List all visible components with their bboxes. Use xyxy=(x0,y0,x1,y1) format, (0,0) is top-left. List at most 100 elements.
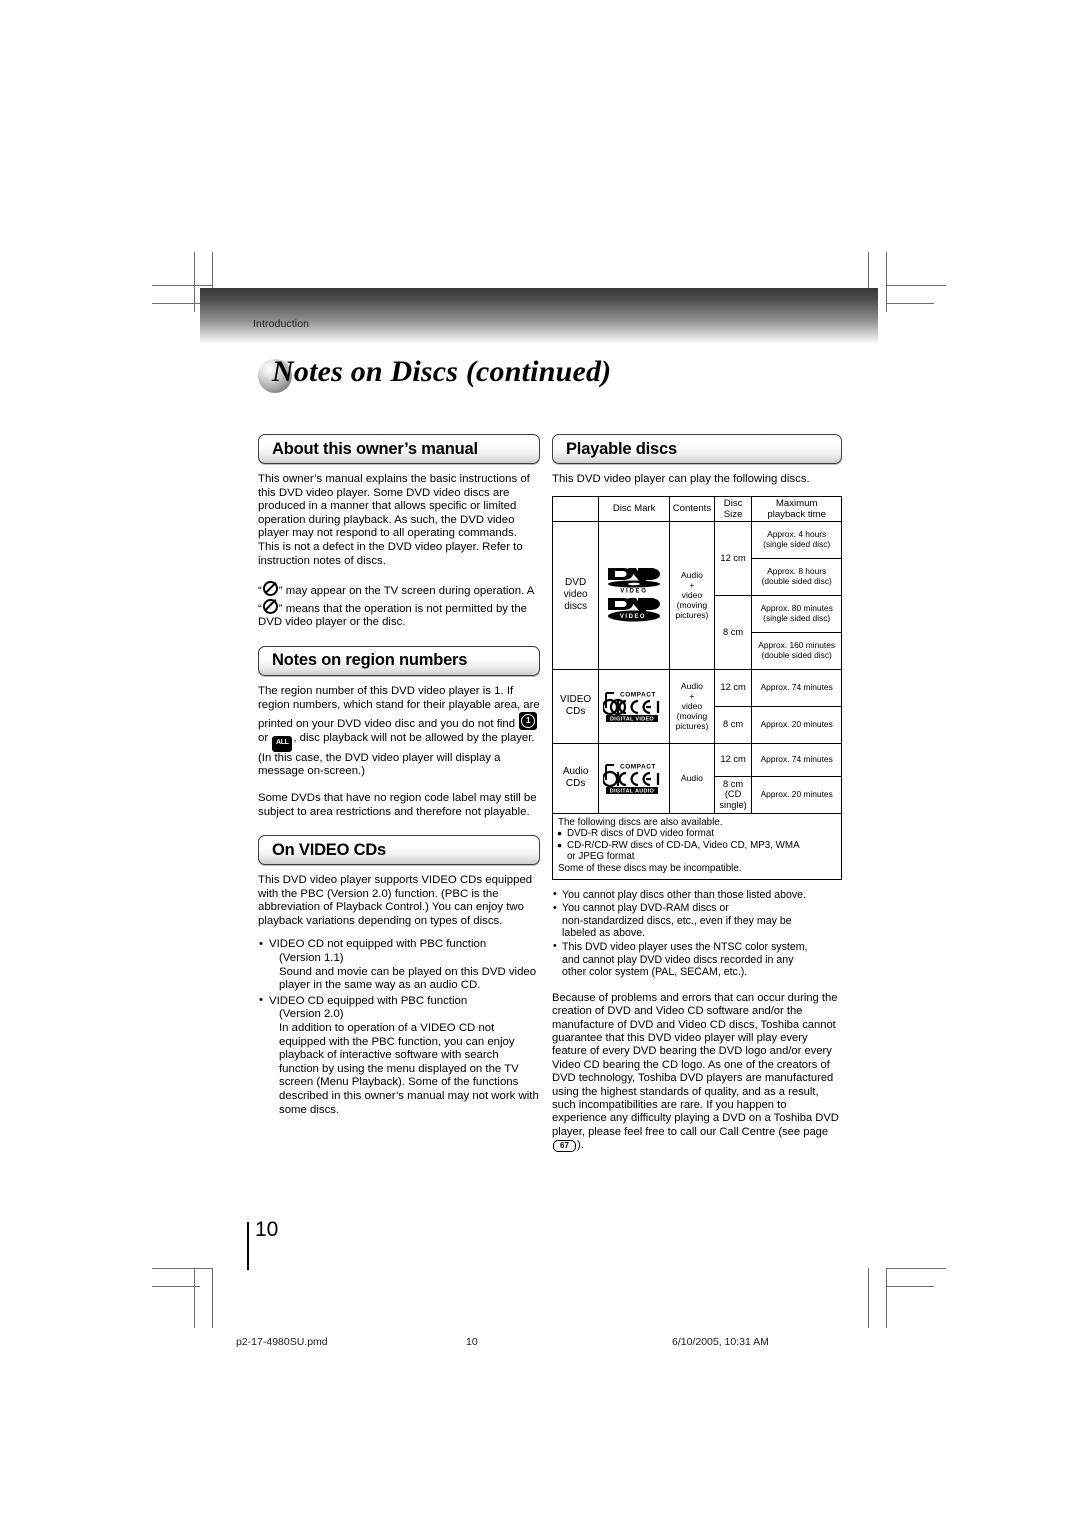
note-line-3: other color system (PAL, SECAM, etc.). xyxy=(562,966,748,979)
row-label-audio-cds: Audio CDs xyxy=(551,742,600,814)
heading-label: On VIDEO CDs xyxy=(272,840,387,859)
row-label-l1: VIDEO xyxy=(560,694,592,706)
max-time-l1: Approx. 80 minutes xyxy=(760,603,833,613)
right-column: Playable discs This DVD video player can… xyxy=(551,434,842,1153)
disc-size-cell: 8 cm xyxy=(713,705,753,744)
row-label-video-cds: VIDEO CDs xyxy=(551,668,600,744)
playable-discs-notes: You cannot play discs other than those l… xyxy=(552,888,842,979)
page-reference-badge: 67 xyxy=(553,1140,576,1153)
crop-mark xyxy=(886,285,946,286)
crop-mark xyxy=(152,303,200,304)
disc-size-l3: single) xyxy=(719,799,747,810)
row-label-dvd: DVD video discs xyxy=(551,520,600,670)
page-number-rule xyxy=(247,1222,249,1270)
also-available-outro: Some of these discs may be incompatible. xyxy=(558,862,742,874)
heading-on-video-cds: On VIDEO CDs xyxy=(258,835,540,866)
video-cds-paragraph: This DVD video player supports VIDEO CDs… xyxy=(258,874,533,927)
also-available-item-cont: or JPEG format xyxy=(567,851,635,863)
max-time-l1: Approx. 160 minutes xyxy=(758,640,836,650)
note-item: You cannot play discs other than those l… xyxy=(552,888,842,902)
max-time-cell: Approx. 20 minutes xyxy=(751,705,842,744)
document-page: Introduction Notes on Discs (continued) … xyxy=(0,0,1080,1528)
max-time-cell: Approx. 74 minutes xyxy=(751,742,842,777)
row-label-l1: Audio xyxy=(562,766,589,778)
max-time-cell: Approx. 4 hours (single sided disc) xyxy=(751,520,842,559)
header-max-playback-time: Maximum playback time xyxy=(751,495,842,522)
about-manual-paragraph: This owner’s manual explains the basic i… xyxy=(258,473,530,567)
disc-size-cell: 12 cm xyxy=(713,668,753,707)
compact-disc-digital-video-logo: COMPACT DIGITAL VIDEO xyxy=(603,692,660,723)
footer-timestamp: 6/10/2005, 10:31 AM xyxy=(672,1336,769,1348)
region-all-icon: ALL xyxy=(272,735,293,752)
page-number: 10 xyxy=(255,1218,279,1241)
max-time-cell: Approx. 20 minutes xyxy=(751,775,842,814)
page-title-text: Notes on Discs (continued) xyxy=(272,355,612,388)
crop-mark xyxy=(212,1268,213,1328)
crop-mark xyxy=(886,1286,934,1287)
bullet-line-1: VIDEO CD equipped with PBC function xyxy=(269,994,468,1007)
bullet-line-1: VIDEO CD not equipped with PBC function xyxy=(269,938,487,951)
disc-size-cell: 12 cm xyxy=(713,742,753,777)
note-line-2: and cannot play DVD video discs recorded… xyxy=(562,953,794,966)
max-time-cell: Approx. 160 minutes (double sided disc) xyxy=(751,631,842,670)
contents-l2: + xyxy=(689,691,695,702)
contents-l3: video xyxy=(681,701,703,712)
contents-l5: pictures) xyxy=(675,610,709,621)
header-disc-mark: Disc Mark xyxy=(598,495,671,522)
note-line-1: This DVD video player uses the NTSC colo… xyxy=(562,940,808,953)
row-label-l2: CDs xyxy=(565,778,586,790)
crop-mark xyxy=(886,303,934,304)
list-item: VIDEO CD not equipped with PBC function … xyxy=(258,938,540,992)
crop-mark xyxy=(152,1286,200,1287)
svg-text:DIGITAL VIDEO: DIGITAL VIDEO xyxy=(610,717,654,723)
dvd-video-logo: VIDEO xyxy=(608,568,661,595)
svg-text:VIDEO: VIDEO xyxy=(620,614,646,620)
footer-filename: p2-17-4980SU.pmd xyxy=(236,1336,328,1348)
contents-l4: (moving xyxy=(676,600,708,611)
header-max-time-l2: playback time xyxy=(767,508,827,520)
compact-disc-digital-audio-logo: COMPACT DIGITAL AUDIO xyxy=(603,764,660,795)
region-1-icon: 1 xyxy=(519,712,538,731)
row-label-l2: video xyxy=(563,589,588,601)
note-line-3: labeled as above. xyxy=(562,927,646,940)
contents-cell-video-cd: Audio + video (moving pictures) xyxy=(669,668,715,744)
max-time-cell: Approx. 8 hours (double sided disc) xyxy=(751,557,842,596)
also-available-item: CD-R/CD-RW discs of CD-DA, Video CD, MP3… xyxy=(557,840,837,852)
disc-size-cell: 8 cm xyxy=(713,594,753,670)
crop-mark xyxy=(152,285,212,286)
bullet-line-2: (Version 1.1) xyxy=(279,952,344,965)
contents-l1: Audio xyxy=(680,570,703,581)
crop-mark xyxy=(868,1268,869,1328)
svg-text:DIGITAL AUDIO: DIGITAL AUDIO xyxy=(610,789,655,795)
region-code-label-paragraph: Some DVDs that have no region code label… xyxy=(258,791,537,818)
max-time-cell: Approx. 74 minutes xyxy=(751,668,842,707)
disclaimer-text-a: Because of problems and errors that can … xyxy=(552,991,839,1138)
disclaimer-paragraph: Because of problems and errors that can … xyxy=(552,992,842,1153)
table-row: VIDEO CDs COMPACT DIGITAL VIDEO Audio + … xyxy=(551,668,842,744)
contents-l5: pictures) xyxy=(675,721,709,732)
max-time-cell: Approx. 80 minutes (single sided disc) xyxy=(751,594,842,633)
disclaimer-text-b: ). xyxy=(577,1139,584,1152)
row-label-l2: CDs xyxy=(565,706,586,718)
header-max-time-l1: Maximum xyxy=(775,497,818,509)
header-disc-size-l1: Disc xyxy=(723,497,743,509)
header-contents: Contents xyxy=(669,495,715,522)
playable-discs-intro: This DVD video player can play the follo… xyxy=(552,473,810,485)
row-label-l1: DVD xyxy=(565,577,587,589)
dvd-video-logo-alt: VIDEO xyxy=(608,598,661,622)
table-row: Audio CDs COMPACT DIGITAL AUDIO Audio 12… xyxy=(551,742,842,814)
region-text-3: , disc playback will not be allowed by t… xyxy=(258,731,535,778)
svg-text:VIDEO: VIDEO xyxy=(620,589,647,595)
disc-mark-cell-video-cd: COMPACT DIGITAL VIDEO xyxy=(598,668,671,744)
note-line-2: non-standardized discs, etc., even if th… xyxy=(562,914,792,927)
contents-l4: (moving xyxy=(676,711,708,722)
note-line-1: You cannot play discs other than those l… xyxy=(562,888,807,901)
header-disc-size-l2: Size xyxy=(723,508,743,520)
contents-l2: + xyxy=(689,580,695,591)
crop-mark xyxy=(152,1268,212,1269)
max-time-l2: (double sided disc) xyxy=(761,649,832,660)
header-blank xyxy=(551,495,600,522)
max-time-l2: (single sided disc) xyxy=(763,612,831,623)
region-numbers-paragraph: The region number of this DVD video play… xyxy=(258,685,540,779)
left-column: About this owner’s manual This owner’s m… xyxy=(258,434,540,1117)
